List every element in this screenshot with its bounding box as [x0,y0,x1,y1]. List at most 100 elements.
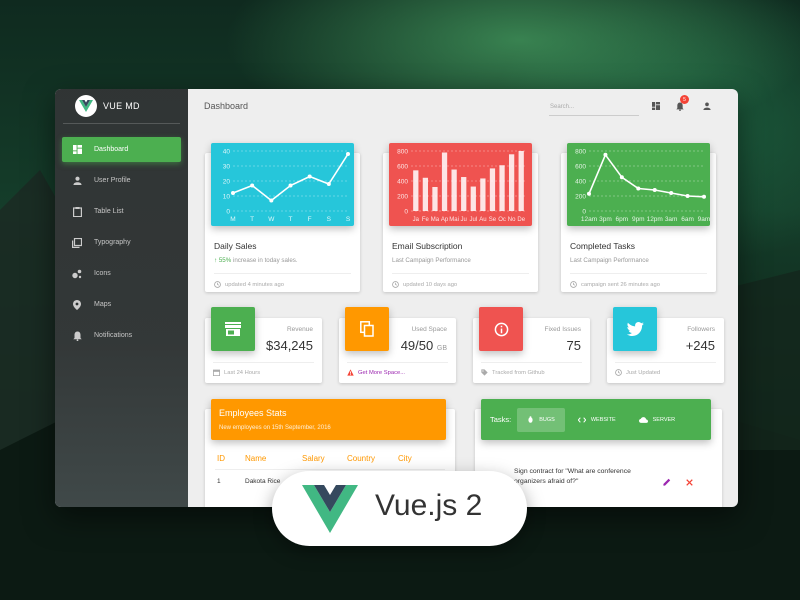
bar [489,168,496,211]
tab-bugs[interactable]: BUGS [517,407,565,432]
close-icon[interactable] [686,473,693,491]
sidebar-item-label: Dashboard [94,146,129,153]
data-point [326,182,331,186]
data-point [250,183,255,188]
person-icon[interactable] [702,101,712,111]
y-tick-label: 400 [575,179,586,186]
notification-badge: 5 [680,95,689,104]
sidebar-item-label: Notifications [94,332,133,339]
vue-banner: Vue.js 2 [272,471,527,546]
footer-text: Last 24 Hours [224,369,261,376]
x-tick-label: S [346,216,351,223]
x-tick-label: 3pm [599,216,612,223]
tab-server[interactable]: SERVER [629,408,686,432]
daily-sales-chart-svg: 0 10 20 30 40 M T W T F S S [223,149,351,224]
column-header-salary: Salary [302,454,325,463]
card-subtitle: ↑ 55% increase in today sales. [214,257,298,264]
x-tick-label: M [230,216,235,223]
column-header-city: City [398,454,412,463]
x-tick-label: 6pm [616,216,629,223]
card-footer: updated 10 days ago [392,273,529,288]
vue-logo-icon [302,485,358,533]
stat-label: Used Space [411,326,447,333]
daily-sales-chart: 0 10 20 30 40 M T W T F S S [211,143,354,226]
sidebar-item-notifications[interactable]: Notifications [62,323,181,348]
topbar: Dashboard Search... 5 [188,89,738,124]
stat-label: Fixed Issues [544,326,582,333]
page-title: Dashboard [204,101,249,111]
sidebar-item-label: Icons [94,270,111,277]
data-point [685,194,690,198]
email-subscription-chart-svg: 0 200 400 600 800 Ja Fe Ma Ap Mai Ju Jul Au Se Oc No De [397,149,526,223]
twitter-icon [613,307,657,351]
stat-value: 49/50 GB [401,338,447,353]
column-header-name: Name [245,454,267,463]
bar [422,177,429,211]
sidebar-item-maps[interactable]: Maps [62,292,181,317]
cell-id: 1 [217,478,221,485]
sidebar-item-dashboard[interactable]: Dashboard [62,137,181,162]
brand[interactable]: VUE MD [63,89,180,124]
cell-name: Dakota Rice [245,478,281,485]
footer-text: campaign sent 26 minutes ago [581,281,660,288]
email-subscription-chart: 0 200 400 600 800 Ja Fe Ma Ap Mai Ju Jul Au Se Oc No De [389,143,532,226]
x-tick-label: S [327,216,332,223]
x-tick-label: 3am [665,216,678,223]
notifications-button[interactable]: 5 [675,95,689,111]
get-more-space-link[interactable]: Get More Space... [358,370,405,376]
daily-sales-card: 0 10 20 30 40 M T W T F S S Daily Sales ↑ 55% incre… [205,143,360,292]
sidebar-item-icons[interactable]: Icons [62,261,181,286]
completed-tasks-chart-svg: 0 200 400 600 800 12am 3pm 6pm 9pm 12pm 3am 6am 9am [575,149,710,224]
x-tick-label: Au [479,217,486,223]
bug-icon [527,416,534,423]
y-tick-label: 600 [575,164,586,171]
bar [470,186,476,211]
edit-icon[interactable] [663,473,671,491]
revenue-card: Revenue $34,245 Last 24 Hours [205,307,322,383]
place-icon [72,299,82,310]
sidebar-item-table-list[interactable]: Table List [62,199,181,224]
stat-value: +245 [686,338,715,353]
library-books-icon [72,237,82,248]
data-point [652,188,657,192]
stat-label: Followers [687,326,715,333]
column-header-country: Country [347,454,376,463]
y-tick-label: 800 [575,149,586,156]
row-divider [215,469,445,470]
stat-value: $34,245 [266,338,313,353]
store-icon [211,307,255,351]
table-subtitle: New employees on 15th September, 2016 [219,425,331,431]
code-icon [577,416,586,423]
data-point [231,191,235,195]
stat-footer: Tracked from Github [481,362,582,376]
data-point [346,152,350,156]
x-tick-label: De [517,217,525,223]
y-tick-label: 200 [575,194,586,201]
y-tick-label: 800 [397,149,408,156]
sidebar-item-typography[interactable]: Typography [62,230,181,255]
sidebar-item-label: Maps [94,301,112,308]
stat-footer: Just Updated [615,362,716,376]
data-point [702,194,706,199]
bar [413,170,419,211]
x-tick-label: 12pm [647,216,663,223]
update-icon [615,369,622,376]
vue-banner-text: Vue.js 2 [375,489,483,522]
clock-icon [570,281,577,288]
sidebar-item-label: User Profile [94,177,131,184]
dashboard-icon[interactable] [651,101,661,111]
fixed-issues-card: Fixed Issues 75 Tracked from Github [473,307,590,383]
tab-website[interactable]: WEBSITE [568,408,626,432]
content-copy-icon [345,307,389,351]
stat-footer: Get More Space... [347,362,448,376]
sidebar-item-user-profile[interactable]: User Profile [62,168,181,193]
footer-text: Just Updated [626,369,661,376]
data-point [669,191,674,195]
search-input[interactable]: Search... [549,98,639,116]
clock-icon [392,281,399,288]
x-tick-label: 9am [698,216,710,223]
stat-number: +245 [685,338,715,353]
stat-number: 75 [566,338,581,353]
y-tick-label: 0 [582,209,586,216]
x-tick-label: W [268,216,275,223]
